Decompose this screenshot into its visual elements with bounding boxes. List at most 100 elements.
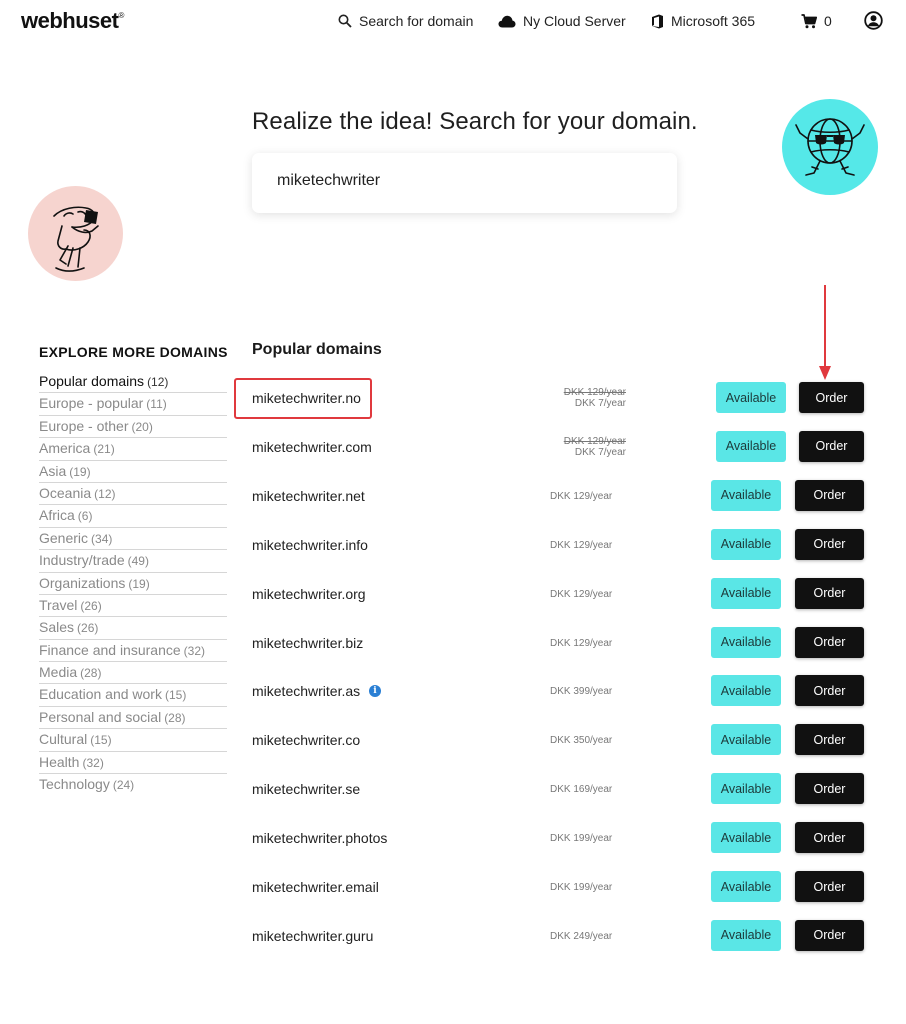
domain-result-row: miketechwriter.biz DKK 129/year Available O…: [252, 626, 872, 661]
order-button[interactable]: Order: [795, 773, 864, 805]
order-button[interactable]: Order: [795, 626, 864, 658]
domain-price: DKK 169/year: [550, 784, 613, 796]
sidebar-category-item[interactable]: Popular domains (12): [39, 371, 227, 394]
original-price: DKK 129/year: [563, 387, 626, 398]
sidebar-category-item[interactable]: Industry/trade (49): [39, 550, 227, 573]
order-button[interactable]: Order: [795, 724, 864, 756]
order-button[interactable]: Order: [795, 479, 864, 511]
order-button[interactable]: Order: [799, 382, 864, 413]
available-button[interactable]: Available: [711, 871, 781, 902]
sidebar-category-label: Health: [39, 753, 80, 770]
domain-result-row: miketechwriter.co DKK 350/year Available Or…: [252, 724, 872, 758]
cart-icon: [801, 13, 817, 28]
domain-name: miketechwriter.email: [252, 879, 379, 895]
domain-result-row: miketechwriter.email DKK 199/year Availabl…: [252, 871, 872, 905]
sidebar-category-label: Sales: [39, 619, 75, 636]
sidebar-category-label: Cultural: [39, 731, 88, 748]
sidebar-category-item[interactable]: Oceania (12): [39, 483, 227, 506]
domain-result-row: miketechwriter.info DKK 129/year Available…: [252, 528, 872, 563]
available-button[interactable]: Available: [711, 919, 781, 951]
domain-price: DKK 249/year: [550, 930, 613, 942]
order-button[interactable]: Order: [795, 528, 864, 560]
order-button[interactable]: Order: [799, 430, 864, 462]
nav-microsoft-365[interactable]: Microsoft 365: [651, 13, 755, 29]
sidebar-category-item[interactable]: Organizations (19): [39, 573, 227, 595]
available-button[interactable]: Available: [711, 773, 781, 805]
globe-character-illustration: [782, 99, 878, 195]
available-button[interactable]: Available: [711, 626, 781, 658]
domain-search-input[interactable]: [277, 172, 657, 190]
sidebar-category-item[interactable]: Education and work (15): [39, 684, 227, 707]
order-button[interactable]: Order: [795, 822, 864, 854]
domain-price: DKK 129/year: [550, 637, 613, 649]
sidebar-category-item[interactable]: Europe - popular (11): [39, 393, 227, 416]
sidebar-category-count: (32): [183, 643, 205, 658]
nav-search-domain-label: Search for domain: [359, 13, 474, 29]
sidebar-category-item[interactable]: Asia (19): [39, 461, 227, 483]
cloud-icon: [498, 15, 516, 27]
sidebar-category-item[interactable]: Personal and social (28): [39, 707, 227, 730]
domain-price: DKK 129/year: [550, 490, 613, 502]
discount-price: DKK 7/year: [574, 398, 626, 409]
sidebar-category-count: (11): [146, 397, 167, 412]
domain-price: DKK 199/year: [550, 882, 613, 893]
available-button[interactable]: Available: [711, 577, 781, 609]
cart-count: 0: [824, 13, 832, 29]
page-headline: Realize the idea! Search for your domain…: [252, 108, 698, 135]
sidebar-category-count: (6): [77, 509, 93, 524]
sidebar-category-count: (49): [127, 554, 149, 569]
domain-price: DKK 129/year: [550, 588, 613, 600]
available-button[interactable]: Available: [711, 675, 781, 707]
sidebar-category-item[interactable]: America (21): [39, 438, 227, 461]
order-button[interactable]: Order: [795, 577, 864, 609]
order-button[interactable]: Order: [795, 675, 864, 707]
sidebar-category-count: (12): [94, 486, 116, 501]
order-button[interactable]: Order: [795, 919, 864, 951]
hand-holding-card-icon: [53, 206, 99, 272]
explore-domains-heading: EXPLORE MORE DOMAINS: [39, 344, 228, 360]
domain-price: DKK 199/year: [550, 833, 613, 845]
account-button[interactable]: [864, 11, 883, 30]
info-icon[interactable]: i: [369, 685, 381, 698]
globe-sunglasses-icon: [795, 118, 865, 176]
discount-price: DKK 7/year: [574, 446, 626, 458]
sidebar-category-count: (32): [82, 755, 104, 770]
domain-result-row: miketechwriter.net DKK 129/year Available O…: [252, 479, 872, 514]
domain-name: miketechwriter.guru: [252, 927, 374, 944]
domain-price: DKK 129/year: [550, 539, 613, 551]
sidebar-category-item[interactable]: Travel (26): [39, 595, 227, 618]
available-button[interactable]: Available: [711, 822, 781, 854]
sidebar-category-item[interactable]: Finance and insurance (32): [39, 640, 227, 663]
sidebar-category-item[interactable]: Cultural (15): [39, 729, 227, 752]
available-button[interactable]: Available: [711, 724, 781, 756]
nav-search-domain[interactable]: Search for domain: [338, 13, 473, 29]
domain-result-row: miketechwriter.com DKK 129/year DKK 7/year…: [252, 430, 872, 465]
domain-name: miketechwriter.as: [252, 683, 361, 700]
sidebar-category-item[interactable]: Africa (6): [39, 505, 227, 528]
domain-name: miketechwriter.net: [252, 487, 365, 504]
arrow-annotation-icon: [819, 285, 831, 380]
domain-category-list: Popular domains (12) Europe - popular (11) E…: [39, 371, 227, 796]
available-button[interactable]: Available: [716, 382, 786, 413]
sidebar-category-label: Africa: [39, 507, 75, 524]
highlight-annotation: [234, 378, 372, 419]
sidebar-category-label: Europe - other: [39, 417, 129, 434]
domain-name: miketechwriter.com: [252, 438, 372, 455]
available-button[interactable]: Available: [711, 479, 781, 511]
order-button[interactable]: Order: [795, 871, 864, 902]
sidebar-category-count: (26): [77, 621, 99, 636]
webhuset-logo[interactable]: webhuset®: [21, 8, 124, 34]
sidebar-category-item[interactable]: Technology (24): [39, 774, 227, 796]
domain-name: miketechwriter.co: [252, 732, 361, 749]
domain-result-row: miketechwriter.org DKK 129/year Available O…: [252, 577, 872, 612]
sidebar-category-item[interactable]: Europe - other (20): [39, 416, 227, 439]
sidebar-category-item[interactable]: Sales (26): [39, 617, 227, 640]
nav-cloud-server[interactable]: Ny Cloud Server: [498, 13, 626, 29]
available-button[interactable]: Available: [711, 528, 781, 560]
sidebar-category-item[interactable]: Generic (34): [39, 528, 227, 551]
sidebar-category-item[interactable]: Media (28): [39, 662, 227, 685]
sidebar-category-item[interactable]: Health (32): [39, 752, 227, 775]
sidebar-category-count: (15): [90, 733, 112, 748]
nav-cart[interactable]: 0: [801, 13, 832, 29]
available-button[interactable]: Available: [716, 430, 786, 462]
